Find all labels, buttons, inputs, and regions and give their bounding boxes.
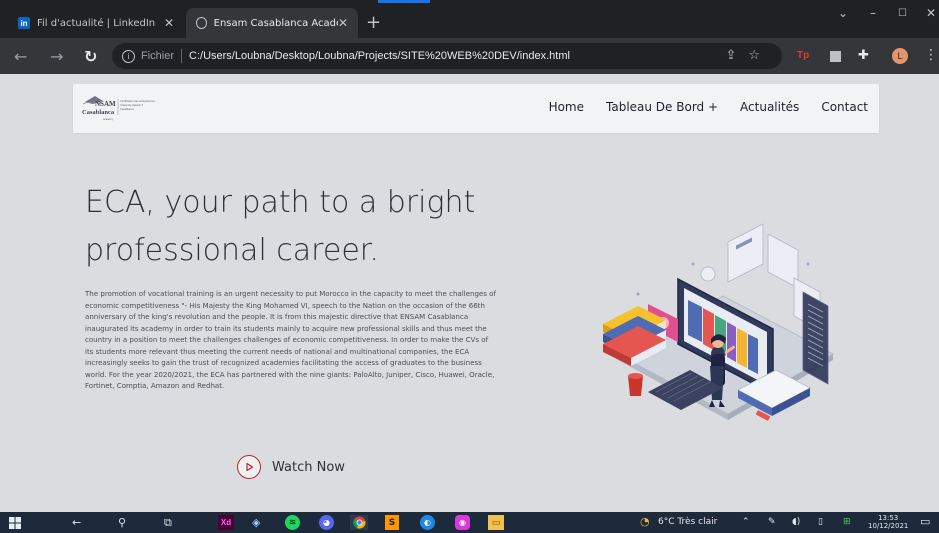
edge-icon[interactable]: ◐	[420, 515, 435, 530]
logo-tagline-1: Certification des compétences	[120, 99, 155, 103]
logo-tagline-2: University Hassan II	[120, 103, 143, 107]
menu-kebab-icon[interactable]: ⋮	[924, 47, 938, 63]
ensam-logo[interactable]: NSAM Casablanca Academy Certification de…	[81, 93, 181, 125]
logo-sub: Academy	[103, 118, 114, 121]
windows-taskbar: ← ⚲ ⧉ Xd ◈ ≋ ◕ S ◐ ◉ ▭ ◔ 6°C Très clair …	[0, 512, 939, 533]
battery-icon[interactable]: ▯	[818, 517, 823, 527]
address-divider	[181, 49, 183, 63]
nav-links: Home Tableau De Bord + Actualités Contac…	[549, 100, 868, 114]
reload-icon[interactable]: ↻	[84, 47, 97, 66]
close-icon[interactable]: ✕	[164, 16, 174, 30]
extension-tp-icon[interactable]: Tp	[797, 50, 809, 61]
sublime-icon[interactable]: S	[385, 515, 399, 530]
nav-actualites[interactable]: Actualités	[740, 100, 799, 114]
tab-search-icon[interactable]: ⌄	[838, 6, 848, 20]
clock-time: 13:53	[878, 514, 899, 522]
logo-tagline-3: Casablanca	[120, 107, 134, 111]
clock-date: 10/12/2021	[868, 522, 909, 530]
back-arrow-icon[interactable]: ←	[14, 47, 27, 66]
notification-icon[interactable]: ▭	[920, 515, 930, 528]
watch-now-button[interactable]: Watch Now	[237, 455, 345, 479]
windows-start-icon[interactable]	[8, 515, 22, 530]
site-navbar: NSAM Casablanca Academy Certification de…	[73, 84, 879, 133]
logo-name-line2: Casablanca	[82, 109, 115, 116]
browser-toolbar: ← → ↻ i Fichier C:/Users/Loubna/Desktop/…	[0, 38, 939, 74]
logo-name-line1: NSAM	[95, 100, 116, 108]
show-hidden-icons-chevron-icon[interactable]: ⌃	[742, 517, 750, 527]
minimize-button[interactable]: –	[870, 6, 876, 20]
forward-arrow-icon[interactable]: →	[50, 47, 63, 66]
adobe-xd-icon[interactable]: Xd	[218, 515, 234, 530]
hero-illustration	[603, 223, 835, 421]
info-icon[interactable]: i	[122, 49, 135, 63]
extensions-puzzle-icon[interactable]: ✚	[858, 48, 869, 63]
search-icon[interactable]: ⚲	[118, 515, 126, 530]
tab-group-indicator	[378, 0, 430, 3]
new-tab-button[interactable]: +	[366, 12, 381, 33]
system-clock[interactable]: 13:53 10/12/2021	[868, 514, 908, 530]
watch-now-label: Watch Now	[272, 459, 345, 475]
address-bar[interactable]: i Fichier C:/Users/Loubna/Desktop/Loubna…	[112, 43, 782, 69]
back-arrow-icon[interactable]: ←	[72, 515, 81, 530]
browser-tab-bar: in Fil d'actualité | LinkedIn ✕ Ensam Ca…	[0, 0, 939, 38]
tab-label: Ensam Casablanca Academy	[213, 17, 338, 29]
address-prefix: Fichier	[141, 50, 175, 62]
spotify-icon[interactable]: ≋	[285, 515, 300, 530]
nav-contact[interactable]: Contact	[821, 100, 868, 114]
profile-avatar[interactable]: L	[892, 48, 908, 64]
pen-icon[interactable]: ✎	[768, 517, 776, 527]
hero-title: ECA, your path to a bright professional …	[85, 185, 476, 268]
3d-box-icon[interactable]: ◈	[252, 515, 260, 530]
hero-paragraph: The promotion of vocational training is …	[85, 289, 496, 390]
restore-button[interactable]: ☐	[898, 8, 907, 19]
nav-home[interactable]: Home	[549, 100, 584, 114]
screen-recorder-icon[interactable]: ◉	[455, 515, 470, 530]
address-actions: ⇪☆	[725, 48, 772, 63]
play-icon	[237, 455, 261, 479]
web-page: NSAM Casablanca Academy Certification de…	[0, 74, 939, 512]
file-explorer-icon[interactable]: ▭	[488, 515, 504, 530]
linkedin-icon: in	[18, 17, 30, 29]
address-url[interactable]: C:/Users/Loubna/Desktop/Loubna/Projects/…	[189, 50, 570, 62]
chrome-icon[interactable]	[350, 515, 368, 530]
weather-text[interactable]: 6°C Très clair	[658, 517, 717, 527]
weather-icon[interactable]: ◔	[640, 515, 650, 528]
globe-icon	[196, 17, 207, 29]
tab-label: Fil d'actualité | LinkedIn	[37, 17, 156, 29]
tab-ensam[interactable]: Ensam Casablanca Academy ✕	[186, 8, 358, 38]
tab-linkedin[interactable]: in Fil d'actualité | LinkedIn ✕	[8, 8, 184, 38]
bookmark-star-icon[interactable]: ☆	[748, 48, 772, 63]
extension-square-icon[interactable]	[830, 51, 841, 62]
share-icon[interactable]: ⇪	[725, 48, 748, 63]
nav-tableau-de-bord[interactable]: Tableau De Bord +	[606, 100, 718, 114]
close-window-button[interactable]: ✕	[926, 6, 936, 20]
network-icon[interactable]: ⊞	[843, 517, 851, 527]
volume-icon[interactable]: ◖)	[792, 517, 800, 527]
task-view-icon[interactable]: ⧉	[164, 515, 172, 530]
discord-icon[interactable]: ◕	[319, 515, 334, 530]
close-icon[interactable]: ✕	[338, 16, 348, 30]
